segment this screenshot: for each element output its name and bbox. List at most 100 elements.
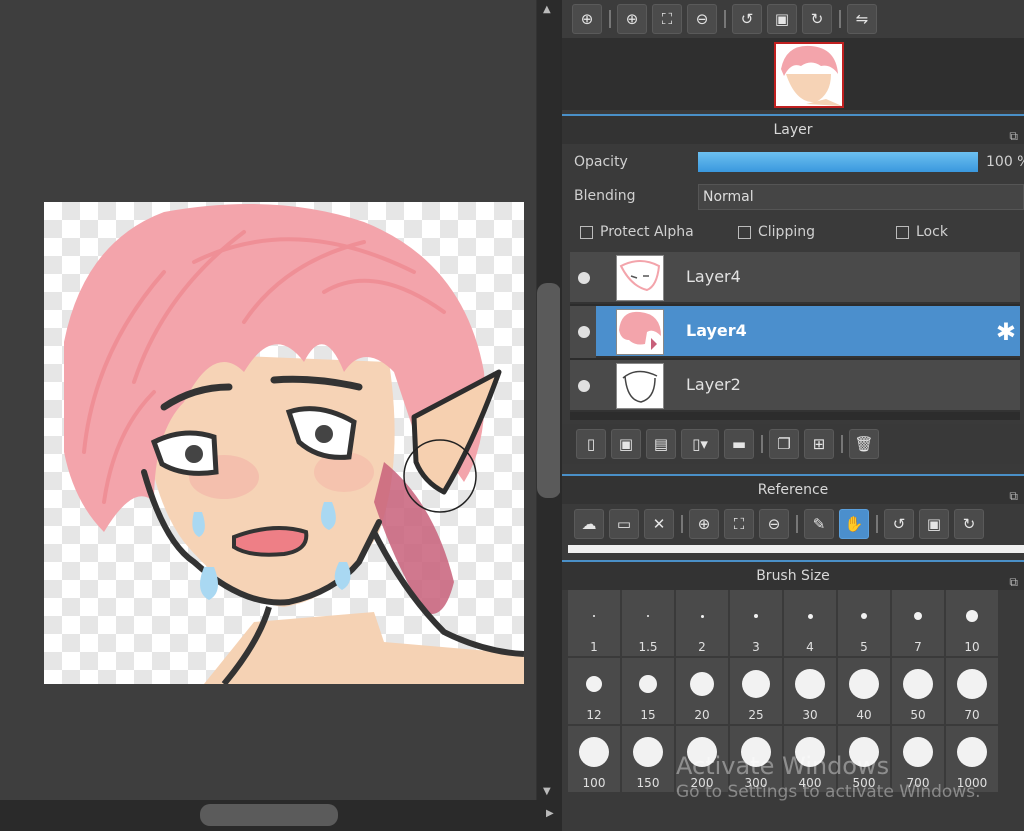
- visibility-icon[interactable]: [578, 380, 590, 392]
- vertical-scrollbar[interactable]: ▲ ▼: [536, 0, 561, 805]
- brush-size-cell[interactable]: 7: [892, 590, 944, 656]
- merge-layer-icon[interactable]: ⊞: [804, 429, 834, 459]
- brush-size-cell[interactable]: 50: [892, 658, 944, 724]
- new-layer-1bit-icon[interactable]: ▤: [646, 429, 676, 459]
- visibility-icon[interactable]: [578, 326, 590, 338]
- brush-size-label: 1.5: [638, 640, 658, 654]
- scroll-right-icon[interactable]: ▶: [546, 808, 554, 819]
- opacity-fill: [698, 152, 978, 172]
- brush-size-cell[interactable]: 2: [676, 590, 728, 656]
- brush-size-cell[interactable]: 4: [784, 590, 836, 656]
- open-folder-icon[interactable]: ▭: [609, 509, 639, 539]
- gear-icon[interactable]: ✱: [996, 318, 1016, 346]
- layer-name: Layer4: [686, 321, 747, 340]
- rotate-right-icon[interactable]: ↻: [802, 4, 832, 34]
- brush-size-label: 25: [748, 708, 764, 722]
- brush-dot-icon: [690, 672, 714, 696]
- brush-size-cell[interactable]: 10: [946, 590, 998, 656]
- zoom-out-icon[interactable]: ⊖: [687, 4, 717, 34]
- lock-checkbox[interactable]: Lock: [896, 224, 948, 240]
- hand-icon[interactable]: ✋: [839, 509, 869, 539]
- brush-size-cell[interactable]: 5: [838, 590, 890, 656]
- toolbar-separator: [609, 10, 611, 28]
- navigator-toolbar: ⊕ ⊕ ⛶ ⊖ ↺ ▣ ↻ ⇋: [562, 0, 1024, 38]
- add-layer-menu-icon[interactable]: ▯▾: [681, 429, 719, 459]
- reset-rotate-icon[interactable]: ▣: [919, 509, 949, 539]
- brush-size-label: 50: [910, 708, 926, 722]
- clipping-checkbox[interactable]: Clipping: [738, 224, 815, 240]
- brush-dot-icon: [849, 737, 879, 767]
- delete-layer-icon[interactable]: 🗑: [849, 429, 879, 459]
- flip-icon[interactable]: ⇋: [847, 4, 877, 34]
- protect-alpha-checkbox[interactable]: Protect Alpha: [580, 224, 694, 240]
- visibility-icon[interactable]: [578, 272, 590, 284]
- brush-size-cell[interactable]: 40: [838, 658, 890, 724]
- toolbar-separator: [724, 10, 726, 28]
- layer-name: Layer2: [686, 375, 741, 394]
- horizontal-scrollbar[interactable]: ▶: [0, 800, 560, 831]
- duplicate-layer-icon[interactable]: ❐: [769, 429, 799, 459]
- zoom-in-icon[interactable]: ⊕: [617, 4, 647, 34]
- brush-size-cell[interactable]: 70: [946, 658, 998, 724]
- zoom-actual-icon[interactable]: ⊕: [572, 4, 602, 34]
- brush-size-cell[interactable]: 100: [568, 726, 620, 792]
- cloud-icon[interactable]: ☁: [574, 509, 604, 539]
- brush-size-cell[interactable]: 30: [784, 658, 836, 724]
- zoom-in-icon[interactable]: ⊕: [689, 509, 719, 539]
- folder-icon[interactable]: ▬: [724, 429, 754, 459]
- new-layer-icon[interactable]: ▯: [576, 429, 606, 459]
- brush-size-cell[interactable]: 1.5: [622, 590, 674, 656]
- brush-size-cell[interactable]: 200: [676, 726, 728, 792]
- canvas-area[interactable]: ▲ ▼ ▶: [0, 0, 561, 831]
- brush-size-cell[interactable]: 150: [622, 726, 674, 792]
- brush-size-label: 7: [914, 640, 922, 654]
- brush-dot-icon: [639, 675, 657, 693]
- opacity-slider[interactable]: [698, 152, 978, 172]
- brush-size-cell[interactable]: 500: [838, 726, 890, 792]
- fit-icon[interactable]: ⛶: [724, 509, 754, 539]
- reference-image-area[interactable]: [568, 545, 1024, 553]
- blending-select[interactable]: Normal: [698, 184, 1024, 210]
- brush-dot-icon: [647, 615, 649, 617]
- checkbox-box[interactable]: [896, 225, 909, 239]
- clipping-label: Clipping: [758, 224, 815, 240]
- brush-size-cell[interactable]: 700: [892, 726, 944, 792]
- drawing-canvas[interactable]: [44, 202, 524, 684]
- layer-list[interactable]: Layer4 Layer4 ✱ Layer2: [570, 252, 1020, 420]
- brush-size-cell[interactable]: 20: [676, 658, 728, 724]
- rotate-left-icon[interactable]: ↺: [732, 4, 762, 34]
- reset-rotate-icon[interactable]: ▣: [767, 4, 797, 34]
- vertical-scroll-thumb[interactable]: [537, 283, 561, 498]
- layer-row-selected[interactable]: Layer4 ✱: [570, 306, 1020, 358]
- layer-row[interactable]: Layer4: [570, 252, 1020, 304]
- brush-size-cell[interactable]: 1: [568, 590, 620, 656]
- brush-size-cell[interactable]: 300: [730, 726, 782, 792]
- brush-dot-icon: [914, 612, 922, 620]
- opacity-value: 100 %: [986, 154, 1024, 170]
- popout-icon[interactable]: ⧉: [1009, 568, 1018, 596]
- checkbox-box[interactable]: [580, 225, 593, 239]
- brush-dot-icon: [957, 737, 987, 767]
- checkbox-box[interactable]: [738, 225, 751, 239]
- rotate-left-icon[interactable]: ↺: [884, 509, 914, 539]
- eyedropper-icon[interactable]: ✎: [804, 509, 834, 539]
- brush-size-cell[interactable]: 3: [730, 590, 782, 656]
- brush-size-cell[interactable]: 12: [568, 658, 620, 724]
- brush-size-cell[interactable]: 15: [622, 658, 674, 724]
- brush-size-cell[interactable]: 25: [730, 658, 782, 724]
- scroll-down-icon[interactable]: ▼: [543, 786, 551, 797]
- brush-size-cell[interactable]: 400: [784, 726, 836, 792]
- layer-row[interactable]: Layer2: [570, 360, 1020, 412]
- navigator-preview[interactable]: [562, 38, 1024, 110]
- zoom-out-icon[interactable]: ⊖: [759, 509, 789, 539]
- rotate-right-icon[interactable]: ↻: [954, 509, 984, 539]
- new-layer-8bit-icon[interactable]: ▣: [611, 429, 641, 459]
- fit-icon[interactable]: ⛶: [652, 4, 682, 34]
- scroll-up-icon[interactable]: ▲: [543, 4, 551, 15]
- navigator-thumbnail[interactable]: [774, 42, 844, 108]
- horizontal-scroll-thumb[interactable]: [200, 804, 338, 826]
- toolbar-separator: [839, 10, 841, 28]
- close-icon[interactable]: ✕: [644, 509, 674, 539]
- popout-icon[interactable]: ⧉: [1009, 122, 1018, 150]
- brush-size-cell[interactable]: 1000: [946, 726, 998, 792]
